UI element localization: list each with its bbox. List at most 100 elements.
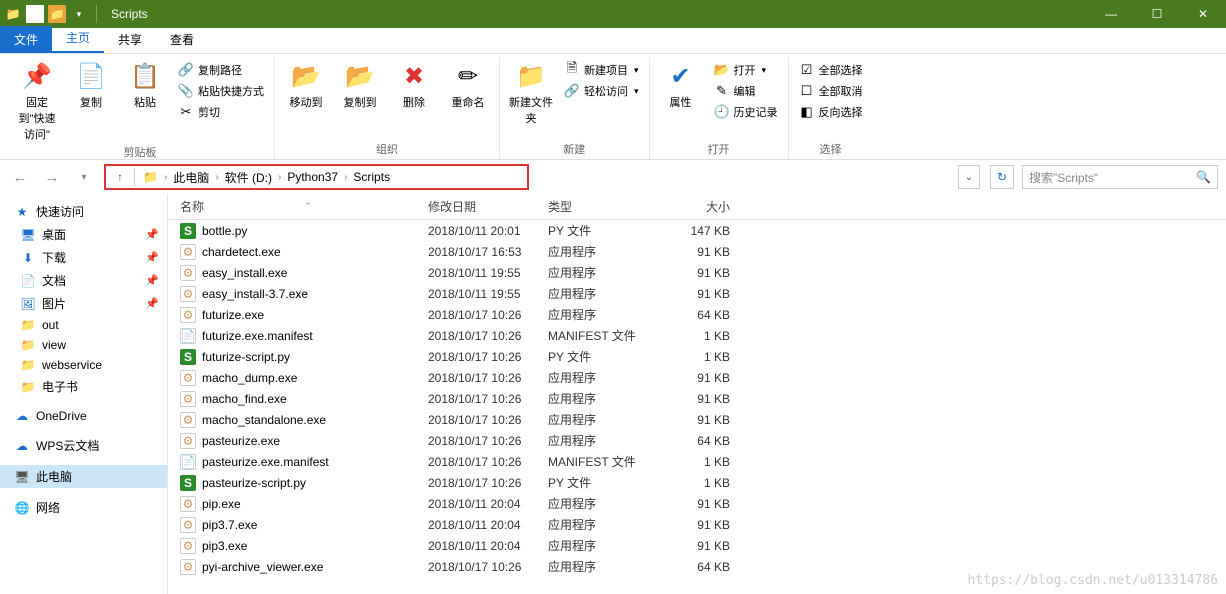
sidebar-item-thispc[interactable]: 🖥此电脑 xyxy=(0,465,167,488)
up-button[interactable]: ↑ xyxy=(110,170,130,184)
sidebar-item-wps[interactable]: ☁WPS云文档 xyxy=(0,434,167,457)
sidebar-item-desktop[interactable]: 🖥桌面📌 xyxy=(0,223,167,246)
open-button[interactable]: 📂打开▾ xyxy=(710,60,782,80)
file-size: 64 KB xyxy=(658,308,738,322)
chevron-right-icon[interactable]: › xyxy=(342,172,349,183)
file-name: pasteurize-script.py xyxy=(202,476,306,490)
col-size[interactable]: 大小 xyxy=(658,198,738,215)
cut-button[interactable]: ✂剪切 xyxy=(174,102,268,122)
invert-selection-button[interactable]: ◧反向选择 xyxy=(795,102,867,122)
sidebar-item-onedrive[interactable]: ☁OneDrive xyxy=(0,406,167,426)
sidebar-item-documents[interactable]: 📄文档📌 xyxy=(0,269,167,292)
edit-button[interactable]: ✎编辑 xyxy=(710,81,782,101)
chevron-right-icon[interactable]: › xyxy=(276,172,283,183)
breadcrumb[interactable]: ↑ 📁 › 此电脑 › 软件 (D:) › Python37 › Scripts xyxy=(104,164,529,190)
sidebar-item-network[interactable]: 🌐网络 xyxy=(0,496,167,519)
file-row[interactable]: 📄futurize.exe.manifest2018/10/17 10:26MA… xyxy=(168,325,1226,346)
select-all-icon: ☑ xyxy=(799,62,815,78)
file-row[interactable]: ⚙pip3.exe2018/10/11 20:04应用程序91 KB xyxy=(168,535,1226,556)
tab-file[interactable]: 文件 xyxy=(0,26,52,53)
file-row[interactable]: Sfuturize-script.py2018/10/17 10:26PY 文件… xyxy=(168,346,1226,367)
history-button[interactable]: 🕘历史记录 xyxy=(710,102,782,122)
paste-shortcut-button[interactable]: 📎粘贴快捷方式 xyxy=(174,81,268,101)
tab-view[interactable]: 查看 xyxy=(156,26,208,53)
file-row[interactable]: 📄pasteurize.exe.manifest2018/10/17 10:26… xyxy=(168,451,1226,472)
file-type: PY 文件 xyxy=(548,474,658,491)
tab-share[interactable]: 共享 xyxy=(104,26,156,53)
crumb-drive[interactable]: 软件 (D:) xyxy=(221,169,276,186)
sidebar-item-quick[interactable]: ★快速访问 xyxy=(0,200,167,223)
copy-button[interactable]: 📄复制 xyxy=(66,58,116,112)
crumb-scripts[interactable]: Scripts xyxy=(349,170,394,184)
minimize-button[interactable]: — xyxy=(1088,0,1134,28)
address-dropdown[interactable]: ⌄ xyxy=(958,165,980,189)
file-name: macho_find.exe xyxy=(202,392,287,406)
file-name: futurize-script.py xyxy=(202,350,290,364)
file-name: pip3.exe xyxy=(202,539,247,553)
new-item-button[interactable]: 🗎新建项目▾ xyxy=(560,60,643,80)
crumb-pc[interactable]: 此电脑 xyxy=(169,169,213,186)
file-type: 应用程序 xyxy=(548,285,658,302)
select-none-button[interactable]: ☐全部取消 xyxy=(795,81,867,101)
move-to-button[interactable]: 📂移动到 xyxy=(281,58,331,112)
refresh-button[interactable]: ↻ xyxy=(990,165,1014,189)
maximize-button[interactable]: ☐ xyxy=(1134,0,1180,28)
sidebar-item-webservice[interactable]: 📁webservice xyxy=(0,355,167,375)
select-all-button[interactable]: ☑全部选择 xyxy=(795,60,867,80)
file-row[interactable]: ⚙pip3.7.exe2018/10/11 20:04应用程序91 KB xyxy=(168,514,1226,535)
file-icon: S xyxy=(180,349,196,365)
sidebar-item-downloads[interactable]: ⬇下载📌 xyxy=(0,246,167,269)
paste-button[interactable]: 📋粘贴 xyxy=(120,58,170,112)
pin-to-quick-button[interactable]: 📌固定到"快速访问" xyxy=(12,58,62,144)
rename-icon: ✏ xyxy=(458,60,478,92)
file-row[interactable]: ⚙easy_install-3.7.exe2018/10/11 19:55应用程… xyxy=(168,283,1226,304)
crumb-python[interactable]: Python37 xyxy=(283,170,342,184)
back-button[interactable]: ← xyxy=(8,165,32,189)
file-row[interactable]: ⚙macho_dump.exe2018/10/17 10:26应用程序91 KB xyxy=(168,367,1226,388)
delete-button[interactable]: ✖删除 xyxy=(389,58,439,112)
file-name: easy_install.exe xyxy=(202,266,287,280)
file-type: 应用程序 xyxy=(548,411,658,428)
sidebar-item-pictures[interactable]: 🖼图片📌 xyxy=(0,292,167,315)
copy-to-button[interactable]: 📂复制到 xyxy=(335,58,385,112)
properties-button[interactable]: ✔属性 xyxy=(656,58,706,112)
file-row[interactable]: ⚙chardetect.exe2018/10/17 16:53应用程序91 KB xyxy=(168,241,1226,262)
chevron-right-icon[interactable]: › xyxy=(162,172,169,183)
open-icon: 📂 xyxy=(714,62,730,78)
file-row[interactable]: Sbottle.py2018/10/11 20:01PY 文件147 KB xyxy=(168,220,1226,241)
file-size: 91 KB xyxy=(658,266,738,280)
forward-button[interactable]: → xyxy=(40,165,64,189)
copy-path-button[interactable]: 🔗复制路径 xyxy=(174,60,268,80)
new-folder-button[interactable]: 📁新建文件夹 xyxy=(506,58,556,128)
sidebar-item-ebook[interactable]: 📁电子书 xyxy=(0,375,167,398)
file-date: 2018/10/17 10:26 xyxy=(428,560,548,574)
rename-button[interactable]: ✏重命名 xyxy=(443,58,493,112)
file-row[interactable]: ⚙pip.exe2018/10/11 20:04应用程序91 KB xyxy=(168,493,1226,514)
search-input[interactable]: 搜索"Scripts" 🔍 xyxy=(1022,165,1218,189)
chevron-right-icon[interactable]: › xyxy=(213,172,220,183)
col-type[interactable]: 类型 xyxy=(548,198,658,215)
file-date: 2018/10/17 10:26 xyxy=(428,455,548,469)
file-row[interactable]: ⚙pasteurize.exe2018/10/17 10:26应用程序64 KB xyxy=(168,430,1226,451)
file-row[interactable]: ⚙macho_find.exe2018/10/17 10:26应用程序91 KB xyxy=(168,388,1226,409)
qat-dropdown-icon[interactable]: ▾ xyxy=(70,5,88,23)
file-row[interactable]: ⚙macho_standalone.exe2018/10/17 10:26应用程… xyxy=(168,409,1226,430)
file-name: pip3.7.exe xyxy=(202,518,257,532)
file-row[interactable]: ⚙easy_install.exe2018/10/11 19:55应用程序91 … xyxy=(168,262,1226,283)
pin-icon: 📌 xyxy=(22,60,52,92)
sidebar-item-view[interactable]: 📁view xyxy=(0,335,167,355)
close-button[interactable]: ✕ xyxy=(1180,0,1226,28)
file-type: 应用程序 xyxy=(548,264,658,281)
sidebar-item-out[interactable]: 📁out xyxy=(0,315,167,335)
col-name[interactable]: 名称⌃ xyxy=(168,198,428,215)
copyto-icon: 📂 xyxy=(345,60,375,92)
tab-home[interactable]: 主页 xyxy=(52,24,104,53)
recent-dropdown[interactable]: ▾ xyxy=(72,165,96,189)
col-date[interactable]: 修改日期 xyxy=(428,198,548,215)
file-row[interactable]: ⚙futurize.exe2018/10/17 10:26应用程序64 KB xyxy=(168,304,1226,325)
qat-new-icon[interactable]: 📁 xyxy=(48,5,66,23)
file-row[interactable]: Spasteurize-script.py2018/10/17 10:26PY … xyxy=(168,472,1226,493)
easy-access-button[interactable]: 🔗轻松访问▾ xyxy=(560,81,643,101)
qat-props-icon[interactable]: 🗎 xyxy=(26,5,44,23)
ribbon: 📌固定到"快速访问" 📄复制 📋粘贴 🔗复制路径 📎粘贴快捷方式 ✂剪切 剪贴板… xyxy=(0,54,1226,160)
